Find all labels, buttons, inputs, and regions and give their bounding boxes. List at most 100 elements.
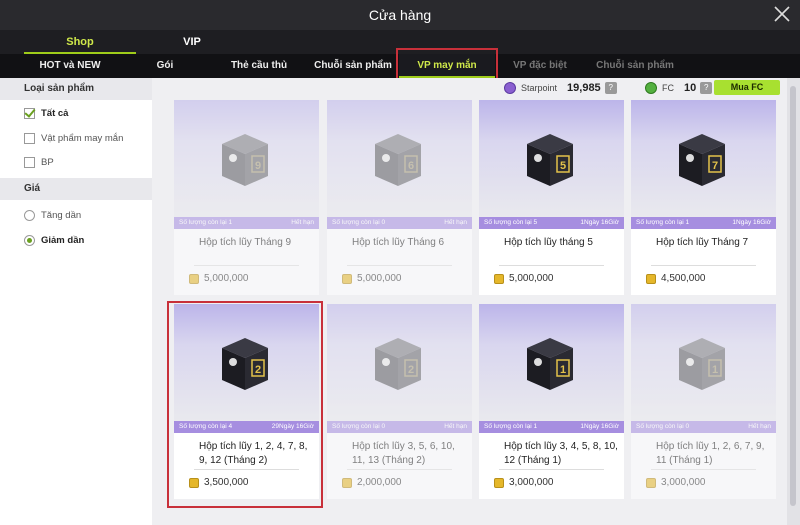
tab-highlight-frame — [396, 48, 498, 81]
product-card[interactable]: 7 Số lượng còn lại 1 1Ngày 16Giờ Hộp tích l… — [631, 100, 776, 295]
window-title: Cửa hàng — [368, 7, 432, 23]
tab-goi[interactable]: Gói — [120, 54, 210, 78]
product-card[interactable]: 1 Số lượng còn lại 1 1Ngày 16Giờ Hộp tích l… — [479, 304, 624, 499]
sort-ascending[interactable]: Tăng dần — [24, 210, 81, 221]
remaining-quantity: Số lượng còn lại 5 — [484, 219, 538, 226]
mystery-box-icon: 2 — [375, 338, 421, 390]
fc-label: FC — [662, 83, 674, 93]
fc-help-button[interactable]: ? — [700, 82, 713, 94]
close-icon[interactable] — [772, 4, 792, 24]
price-value: 3,000,000 — [509, 477, 554, 488]
tab-vip[interactable]: VIP — [136, 30, 248, 54]
starpoint-help-button[interactable]: ? — [604, 82, 617, 94]
product-card[interactable]: 6 Số lượng còn lại 0 Hết hạn Hộp tích lũy T… — [327, 100, 472, 295]
scrollbar[interactable] — [787, 78, 800, 525]
category-header: Loại sản phẩm — [0, 78, 152, 100]
gold-coin-icon — [189, 273, 199, 284]
selected-card-highlight — [167, 301, 323, 508]
mystery-box-icon: 6 — [375, 134, 421, 186]
time-remaining: 1Ngày 16Giờ — [580, 423, 619, 430]
product-thumbnail: 1 — [479, 304, 624, 421]
product-thumbnail: 5 — [479, 100, 624, 217]
radio-icon[interactable] — [24, 210, 35, 221]
filter-bp[interactable]: BP — [24, 157, 54, 168]
product-price: 5,000,000 — [494, 273, 554, 284]
filter-all[interactable]: Tất cả — [24, 108, 68, 119]
divider — [651, 469, 756, 470]
mystery-box-icon: 7 — [679, 134, 725, 186]
svg-text:9: 9 — [255, 160, 261, 172]
product-name: Hộp tích lũy 3, 4, 5, 8, 10, 12 (Tháng 1… — [504, 441, 618, 466]
tab-the-cau-thu[interactable]: Thẻ cầu thủ — [210, 54, 308, 78]
remaining-quantity: Số lượng còn lại 1 — [636, 219, 690, 226]
checkbox-icon[interactable] — [24, 157, 35, 168]
remaining-quantity: Số lượng còn lại 0 — [636, 423, 690, 430]
product-price: 4,500,000 — [646, 273, 706, 284]
gold-coin-icon — [494, 273, 504, 284]
divider — [194, 265, 299, 266]
stock-info-bar: Số lượng còn lại 0 Hết hạn — [327, 421, 472, 433]
fc-coin-icon — [645, 82, 657, 94]
time-remaining: Hết hạn — [444, 423, 467, 430]
product-price: 5,000,000 — [342, 273, 402, 284]
product-thumbnail: 2 — [327, 304, 472, 421]
radio-selected-icon[interactable] — [24, 235, 35, 246]
svg-text:7: 7 — [712, 160, 718, 172]
stock-info-bar: Số lượng còn lại 0 Hết hạn — [327, 217, 472, 229]
product-name: Hộp tích lũy 3, 5, 6, 10, 11, 13 (Tháng … — [352, 441, 455, 466]
time-remaining: Hết hạn — [748, 423, 771, 430]
price-value: 4,500,000 — [661, 273, 706, 284]
remaining-quantity: Số lượng còn lại 0 — [332, 219, 386, 226]
remaining-quantity: Số lượng còn lại 0 — [332, 423, 386, 430]
product-card[interactable]: 9 Số lượng còn lại 1 Hết hạn Hộp tích lũy T… — [174, 100, 319, 295]
product-name: Hộp tích lũy Tháng 7 — [656, 237, 749, 248]
divider — [347, 469, 452, 470]
product-name: Hộp tích lũy Tháng 9 — [199, 237, 292, 248]
gold-coin-icon — [646, 273, 656, 284]
gold-coin-icon — [342, 477, 352, 488]
tab-shop[interactable]: Shop — [24, 30, 136, 54]
svg-text:2: 2 — [408, 364, 414, 376]
tab-chuoi-san-pham-2[interactable]: Chuỗi sản phẩm — [585, 54, 685, 78]
fc-value: 10 — [684, 82, 697, 94]
stock-info-bar: Số lượng còn lại 1 1Ngày 16Giờ — [631, 217, 776, 229]
product-card[interactable]: 5 Số lượng còn lại 5 1Ngày 16Giờ Hộp tích l… — [479, 100, 624, 295]
sort-ascending-label: Tăng dần — [41, 210, 82, 221]
divider — [347, 265, 452, 266]
svg-text:6: 6 — [408, 160, 414, 172]
remaining-quantity: Số lượng còn lại 1 — [179, 219, 233, 226]
tab-hot-new[interactable]: HOT và NEW — [20, 54, 120, 78]
starpoint-coin-icon — [504, 82, 516, 94]
filter-lucky-items[interactable]: Vật phẩm may mắn — [24, 133, 123, 144]
svg-text:5: 5 — [560, 160, 566, 172]
price-value: 5,000,000 — [204, 273, 249, 284]
product-name: Hộp tích lũy 1, 2, 6, 7, 9, 11 (Tháng 1) — [656, 441, 765, 466]
sort-descending[interactable]: Giảm dần — [24, 235, 84, 246]
product-name: Hộp tích lũy tháng 5 — [504, 237, 593, 248]
price-value: 2,000,000 — [357, 477, 402, 488]
gold-coin-icon — [342, 273, 352, 284]
svg-text:1: 1 — [712, 364, 718, 376]
product-price: 5,000,000 — [189, 273, 249, 284]
price-value: 5,000,000 — [357, 273, 402, 284]
buy-fc-button[interactable]: Mua FC — [714, 80, 780, 95]
title-bar: Cửa hàng — [0, 0, 800, 30]
product-price: 2,000,000 — [342, 477, 402, 488]
filter-bp-label: BP — [41, 157, 54, 168]
scrollbar-thumb[interactable] — [790, 86, 796, 506]
divider — [651, 265, 756, 266]
product-thumbnail: 7 — [631, 100, 776, 217]
tab-vp-dac-biet[interactable]: VP đặc biệt — [495, 54, 585, 78]
checkbox-checked-icon[interactable] — [24, 108, 35, 119]
starpoint-balance: Starpoint 19,985 ? — [504, 80, 617, 96]
product-card[interactable]: 2 Số lượng còn lại 0 Hết hạn Hộp tích lũy 3… — [327, 304, 472, 499]
product-card[interactable]: 1 Số lượng còn lại 0 Hết hạn Hộp tích lũy 1… — [631, 304, 776, 499]
checkbox-icon[interactable] — [24, 133, 35, 144]
time-remaining: 1Ngày 16Giờ — [580, 219, 619, 226]
stock-info-bar: Số lượng còn lại 0 Hết hạn — [631, 421, 776, 433]
product-price: 3,000,000 — [646, 477, 706, 488]
stock-info-bar: Số lượng còn lại 5 1Ngày 16Giờ — [479, 217, 624, 229]
tab-chuoi-san-pham[interactable]: Chuỗi sản phẩm — [308, 54, 398, 78]
divider — [499, 265, 604, 266]
remaining-quantity: Số lượng còn lại 1 — [484, 423, 538, 430]
